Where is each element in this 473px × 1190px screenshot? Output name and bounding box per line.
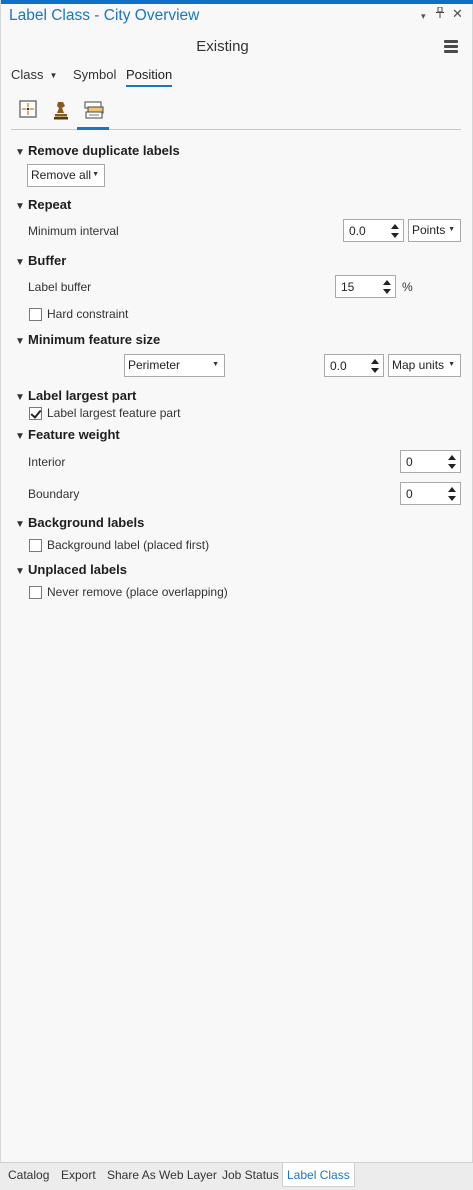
section-title: Feature weight	[28, 427, 120, 442]
dropdown-arrow-icon: ▼	[448, 226, 455, 233]
section-title: Background labels	[28, 515, 145, 530]
label-largest-part-checkbox[interactable]: Label largest feature part	[29, 406, 180, 420]
checkbox-label: Background label (placed first)	[47, 538, 210, 552]
boundary-weight-spinner[interactable]: 0	[400, 482, 461, 505]
minimum-interval-spinner[interactable]: 0.0	[343, 219, 404, 242]
tab-symbol[interactable]: Symbol	[73, 67, 116, 82]
spin-down-icon[interactable]	[383, 289, 391, 294]
chevron-down-icon: ▼	[15, 147, 25, 158]
checkbox-box	[29, 308, 42, 321]
chevron-down-icon: ▼	[15, 392, 25, 403]
section-buffer[interactable]: ▼ Buffer	[15, 253, 66, 268]
spin-up-icon[interactable]	[371, 359, 379, 364]
spinner-value: 0.0	[349, 224, 366, 238]
dropdown-value: Map units	[392, 358, 445, 372]
close-icon[interactable]: ✕	[452, 6, 463, 22]
section-minimum-feature-size[interactable]: ▼ Minimum feature size	[15, 332, 160, 347]
bottom-tab-catalog[interactable]: Catalog	[8, 1163, 49, 1187]
spin-down-icon[interactable]	[448, 464, 456, 469]
position-subtab-strip	[11, 96, 461, 130]
checkbox-box	[29, 586, 42, 599]
placement-properties-icon	[19, 100, 37, 118]
bottom-pane-tab-strip: Catalog Export Share As Web Layer Job St…	[0, 1162, 473, 1190]
chevron-down-icon: ▼	[15, 519, 25, 530]
hard-constraint-checkbox[interactable]: Hard constraint	[29, 307, 128, 321]
label-buffer-label: Label buffer	[28, 280, 92, 294]
chevron-down-icon: ▼	[15, 566, 25, 577]
spin-up-icon[interactable]	[448, 455, 456, 460]
dropdown-value: Points	[412, 223, 446, 237]
never-remove-checkbox[interactable]: Never remove (place overlapping)	[29, 585, 228, 599]
spin-up-icon[interactable]	[391, 224, 399, 229]
dropdown-arrow-icon: ▼	[92, 171, 99, 178]
checkbox-label: Never remove (place overlapping)	[47, 585, 228, 599]
interval-unit-dropdown[interactable]: Points ▼	[408, 219, 461, 242]
dropdown-arrow-icon: ▼	[448, 361, 455, 368]
checkbox-box-checked	[29, 407, 42, 420]
section-title: Unplaced labels	[28, 562, 127, 577]
section-feature-weight[interactable]: ▼ Feature weight	[15, 427, 120, 442]
bottom-tab-label-class[interactable]: Label Class	[282, 1163, 355, 1187]
pane-title: Label Class - City Overview	[9, 7, 200, 24]
chevron-down-icon: ▼	[49, 71, 58, 80]
feature-size-unit-dropdown[interactable]: Map units ▼	[388, 354, 461, 377]
interior-weight-spinner[interactable]: 0	[400, 450, 461, 473]
spin-down-icon[interactable]	[391, 233, 399, 238]
checkbox-label: Label largest feature part	[47, 406, 181, 420]
hamburger-menu-icon[interactable]	[444, 40, 458, 53]
subtab-placement[interactable]	[13, 96, 43, 126]
section-title: Repeat	[28, 197, 72, 212]
spinner-value: 15	[341, 280, 355, 294]
pane-accent-bar	[1, 0, 473, 4]
section-title: Remove duplicate labels	[28, 143, 180, 158]
chevron-down-icon: ▼	[15, 431, 25, 442]
section-title: Minimum feature size	[28, 332, 161, 347]
boundary-label: Boundary	[28, 487, 80, 501]
spin-up-icon[interactable]	[448, 487, 456, 492]
section-title: Label largest part	[28, 388, 137, 403]
feature-size-spinner[interactable]: 0.0	[324, 354, 384, 377]
section-title: Buffer	[28, 253, 67, 268]
section-repeat[interactable]: ▼ Repeat	[15, 197, 71, 212]
chevron-down-icon: ▼	[15, 336, 25, 347]
dropdown-arrow-icon: ▼	[212, 361, 219, 368]
checkbox-box	[29, 539, 42, 552]
section-unplaced-labels[interactable]: ▼ Unplaced labels	[15, 562, 127, 577]
bottom-tab-job-status[interactable]: Job Status	[222, 1163, 279, 1187]
pane-options-dropdown-icon[interactable]: ▾	[421, 11, 426, 22]
subtab-fitting-strategy[interactable]	[77, 96, 109, 130]
tab-position[interactable]: Position	[126, 67, 173, 87]
minimum-interval-label: Minimum interval	[28, 224, 119, 238]
section-background-labels[interactable]: ▼ Background labels	[15, 515, 144, 530]
dropdown-value: Perimeter	[128, 358, 181, 372]
dropdown-value: Remove all	[31, 168, 92, 182]
spin-up-icon[interactable]	[383, 280, 391, 285]
chevron-down-icon: ▼	[15, 257, 25, 268]
background-label-checkbox[interactable]: Background label (placed first)	[29, 538, 209, 552]
remove-duplicates-dropdown[interactable]: Remove all ▼	[27, 164, 105, 187]
chevron-down-icon: ▼	[15, 201, 25, 212]
fitting-strategy-icon	[84, 101, 104, 119]
feature-size-measure-dropdown[interactable]: Perimeter ▼	[124, 354, 225, 377]
tab-class-label: Class	[11, 67, 44, 82]
spinner-value: 0	[406, 455, 413, 469]
label-class-name: Existing	[196, 38, 249, 55]
spin-down-icon[interactable]	[371, 368, 379, 373]
spinner-value: 0	[406, 487, 413, 501]
bottom-tab-share-as-web-layer[interactable]: Share As Web Layer	[107, 1163, 217, 1187]
bottom-tab-export[interactable]: Export	[61, 1163, 96, 1187]
label-buffer-spinner[interactable]: 15	[335, 275, 396, 298]
tab-class[interactable]: Class ▼	[11, 67, 57, 82]
section-remove-duplicate-labels[interactable]: ▼ Remove duplicate labels	[15, 143, 180, 158]
buffer-unit: %	[402, 280, 413, 294]
spinner-value: 0.0	[330, 359, 347, 373]
section-label-largest-part[interactable]: ▼ Label largest part	[15, 388, 136, 403]
interior-label: Interior	[28, 455, 66, 469]
conflict-resolution-icon	[54, 102, 68, 120]
auto-hide-pin-icon[interactable]	[436, 6, 444, 21]
checkbox-label: Hard constraint	[47, 307, 129, 321]
subtab-conflict-resolution[interactable]	[46, 96, 76, 126]
spin-down-icon[interactable]	[448, 496, 456, 501]
label-class-pane: Label Class - City Overview ▾ ✕ Existing…	[0, 0, 473, 1162]
